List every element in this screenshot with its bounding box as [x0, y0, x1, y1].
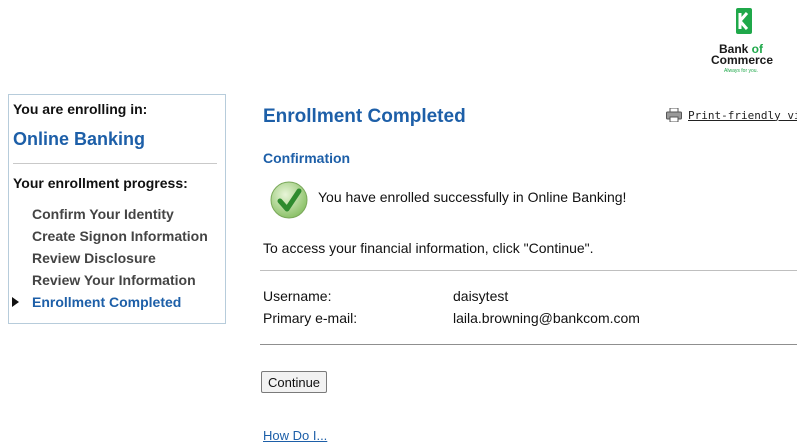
logo-wordmark: Bank of Commerce	[711, 42, 774, 67]
step-review-disclosure: Review Disclosure	[32, 250, 156, 266]
progress-heading: Your enrollment progress:	[13, 175, 188, 191]
print-friendly-label[interactable]: Print-friendly view	[688, 109, 797, 122]
access-instruction: To access your financial information, cl…	[263, 240, 594, 256]
print-friendly-link[interactable]: Print-friendly view	[666, 108, 797, 122]
progress-steps: Confirm Your Identity Create Signon Info…	[12, 203, 208, 313]
bank-logo-icon	[736, 8, 752, 34]
step-review-information: Review Your Information	[32, 272, 196, 288]
email-label: Primary e-mail:	[263, 310, 358, 326]
step-create-signon: Create Signon Information	[32, 228, 208, 244]
success-message: You have enrolled successfully in Online…	[318, 189, 627, 205]
username-label: Username:	[263, 288, 332, 304]
printer-icon	[666, 108, 682, 122]
divider-top	[260, 270, 797, 271]
logo-tagline: Always for you.	[724, 68, 758, 74]
section-heading: Confirmation	[263, 150, 351, 166]
enrollment-sidebar: You are enrolling in: Online Banking You…	[8, 94, 226, 324]
sidebar-divider	[13, 163, 217, 164]
current-step-arrow-icon	[12, 297, 19, 307]
success-check-icon	[270, 181, 308, 219]
page-title: Enrollment Completed	[263, 106, 466, 127]
bank-logo: Bank of Commerce Always for you.	[693, 6, 793, 92]
step-enrollment-completed: Enrollment Completed	[12, 291, 208, 313]
enrolling-heading: You are enrolling in:	[13, 101, 148, 117]
enrolling-product: Online Banking	[13, 129, 146, 149]
step-label: Enrollment Completed	[32, 294, 182, 310]
divider-bottom	[260, 344, 797, 345]
step-confirm-identity: Confirm Your Identity	[32, 206, 174, 222]
username-value: daisytest	[453, 288, 509, 304]
email-value: laila.browning@bankcom.com	[453, 310, 640, 326]
continue-button[interactable]: Continue	[261, 371, 328, 393]
